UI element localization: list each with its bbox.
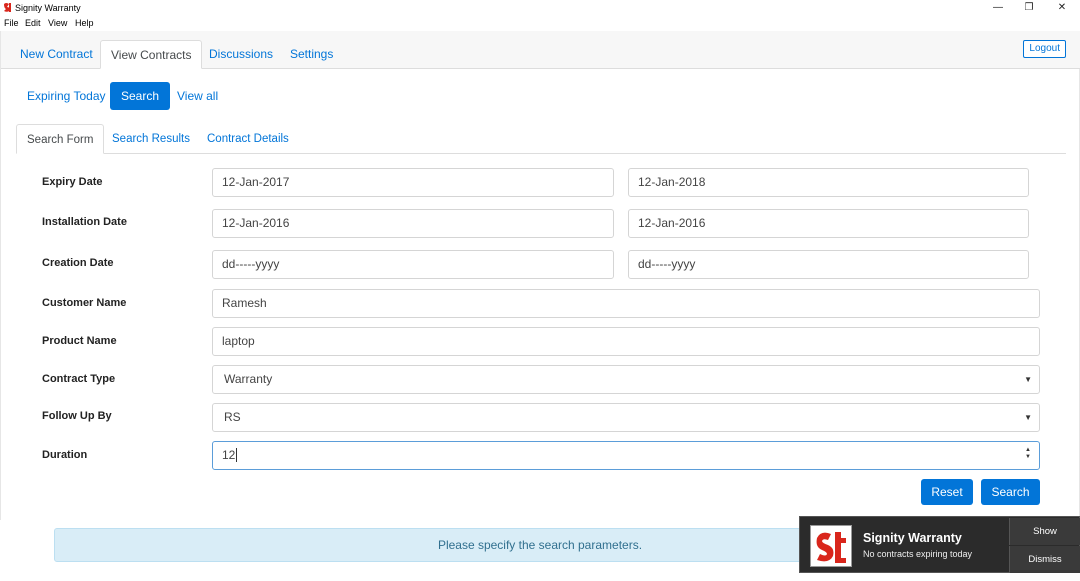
app-content: New Contract View Contracts Discussions … [0, 31, 1080, 520]
window-title: Signity Warranty [15, 3, 81, 13]
menu-edit[interactable]: Edit [25, 18, 41, 28]
menu-help[interactable]: Help [75, 18, 94, 28]
tab-new-contract[interactable]: New Contract [10, 40, 103, 69]
tab-settings[interactable]: Settings [280, 40, 343, 69]
form-subtabs: Search Form Search Results Contract Deta… [16, 124, 1066, 154]
reset-button[interactable]: Reset [921, 479, 973, 505]
expiry-date-label: Expiry Date [42, 176, 103, 188]
notification-toast: Signity Warranty No contracts expiring t… [799, 516, 1080, 573]
customer-name-label: Customer Name [42, 297, 127, 309]
restore-button[interactable]: ❐ [1019, 1, 1039, 15]
creation-date-label: Creation Date [42, 257, 114, 269]
subtab-contract-details[interactable]: Contract Details [197, 124, 299, 154]
product-name-field[interactable]: laptop [212, 327, 1040, 356]
product-name-label: Product Name [42, 335, 117, 347]
number-spinner-icon[interactable]: ▲ ▼ [1025, 447, 1031, 461]
creation-date-to-field[interactable]: dd-----yyyy [628, 250, 1029, 279]
follow-up-by-value: RS [224, 410, 241, 424]
logout-button[interactable]: Logout [1023, 40, 1066, 58]
menu-file[interactable]: File [4, 18, 19, 28]
signity-logo-icon [810, 525, 852, 567]
close-button[interactable]: ✕ [1052, 1, 1072, 15]
chevron-down-icon: ▼ [1024, 413, 1032, 422]
contract-type-label: Contract Type [42, 373, 116, 385]
tab-discussions[interactable]: Discussions [199, 40, 283, 69]
tab-view-contracts[interactable]: View Contracts [100, 40, 203, 69]
duration-number-field[interactable]: 12 ▲ ▼ [212, 441, 1040, 470]
expiry-date-to-field[interactable]: 12-Jan-2018 [628, 168, 1029, 197]
installation-date-to-field[interactable]: 12-Jan-2016 [628, 209, 1029, 238]
creation-date-from-field[interactable]: dd-----yyyy [212, 250, 614, 279]
toast-message: No contracts expiring today [863, 549, 973, 559]
title-bar: Signity Warranty — ❐ ✕ [0, 0, 1080, 16]
subtab-search-form[interactable]: Search Form [16, 124, 105, 154]
duration-label: Duration [42, 449, 88, 461]
chevron-down-icon: ▼ [1024, 375, 1032, 384]
toast-title: Signity Warranty [863, 531, 962, 545]
contract-type-select[interactable]: Warranty ▼ [212, 365, 1040, 394]
top-nav: New Contract View Contracts Discussions … [1, 31, 1080, 69]
toast-show-button[interactable]: Show [1009, 518, 1080, 545]
subtab-search-results[interactable]: Search Results [102, 124, 200, 154]
app-logo-icon [4, 3, 11, 12]
duration-value: 12 [222, 448, 236, 462]
toast-dismiss-button[interactable]: Dismiss [1009, 546, 1080, 573]
expiry-date-from-field[interactable]: 12-Jan-2017 [212, 168, 614, 197]
contract-type-value: Warranty [224, 372, 273, 386]
expiring-today-link[interactable]: Expiring Today [19, 82, 114, 110]
menu-view[interactable]: View [48, 18, 67, 28]
customer-name-field[interactable]: Ramesh [212, 289, 1040, 318]
minimize-button[interactable]: — [988, 1, 1008, 15]
view-all-link[interactable]: View all [169, 82, 226, 110]
search-button[interactable]: Search [981, 479, 1040, 505]
menu-bar: File Edit View Help [0, 16, 1080, 30]
installation-date-from-field[interactable]: 12-Jan-2016 [212, 209, 614, 238]
installation-date-label: Installation Date [42, 216, 127, 228]
follow-up-by-label: Follow Up By [42, 410, 112, 422]
search-pill-button[interactable]: Search [110, 82, 171, 110]
follow-up-by-select[interactable]: RS ▼ [212, 403, 1040, 432]
